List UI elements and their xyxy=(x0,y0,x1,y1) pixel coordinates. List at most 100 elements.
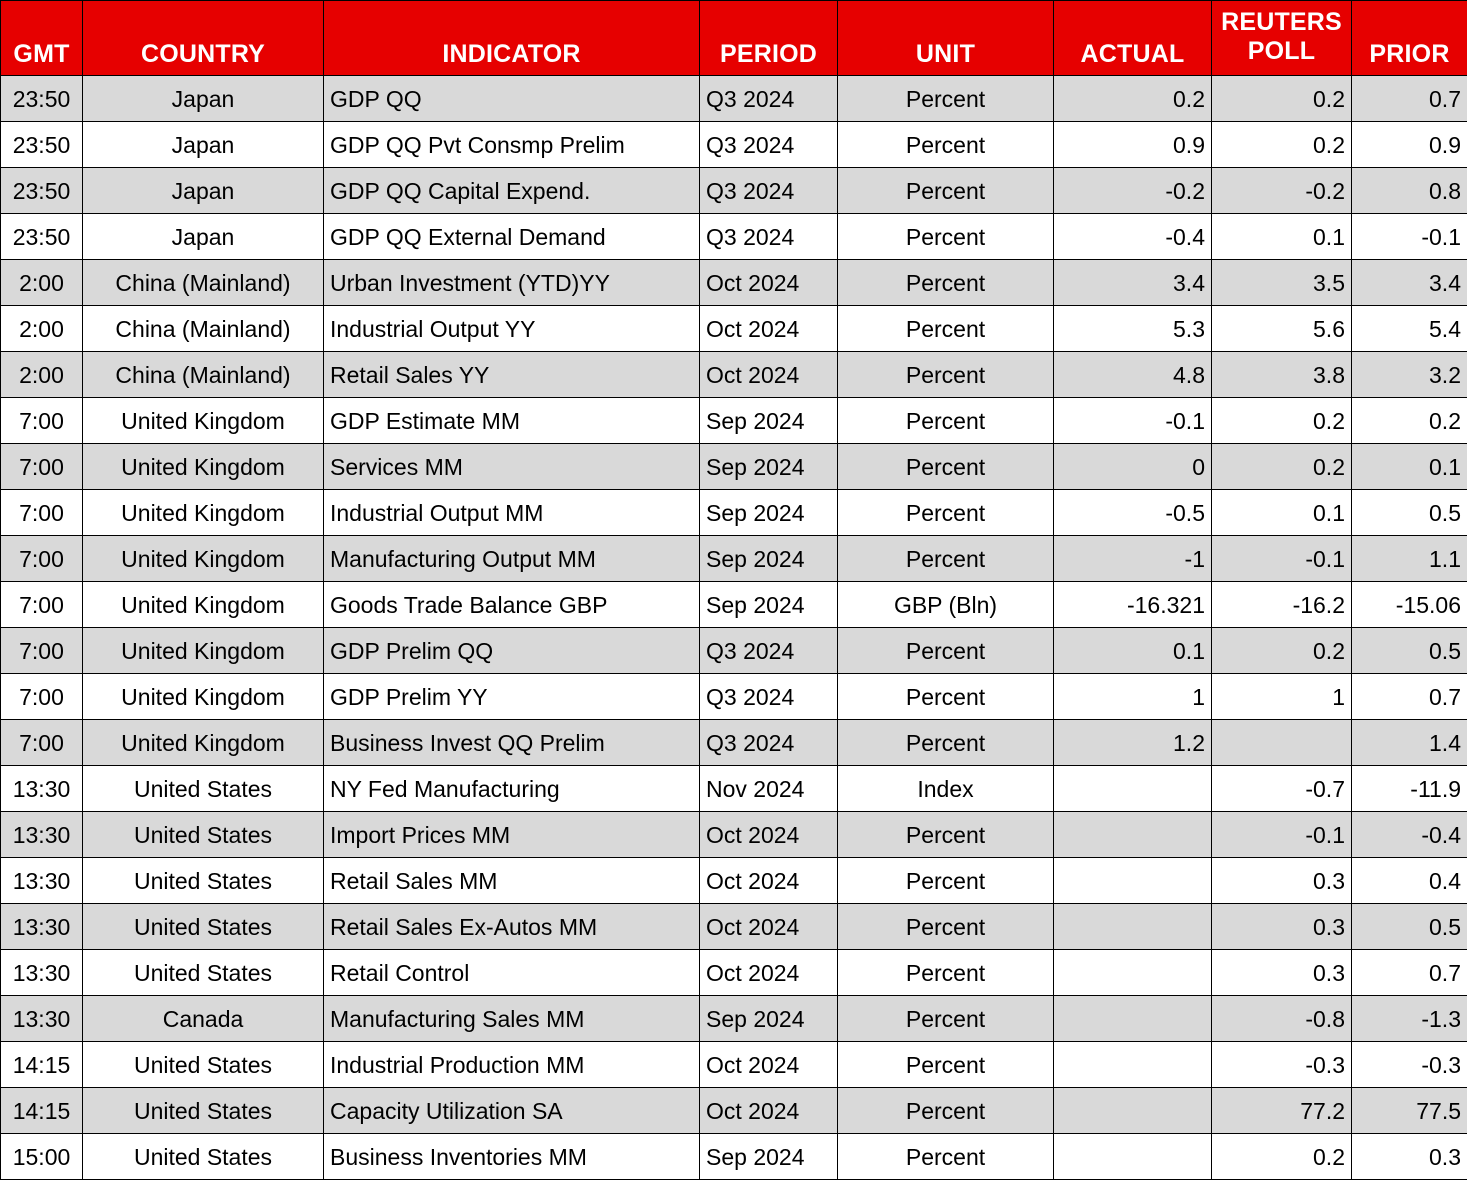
table-header: GMT COUNTRY INDICATOR PERIOD UNIT ACTUAL… xyxy=(0,0,1467,76)
cell-period: Oct 2024 xyxy=(699,1041,838,1088)
cell-prior: -0.1 xyxy=(1351,213,1467,260)
cell-country: China (Mainland) xyxy=(82,259,324,306)
cell-indicator: GDP Prelim YY xyxy=(323,673,700,720)
cell-country: United States xyxy=(82,903,324,950)
cell-period: Oct 2024 xyxy=(699,259,838,306)
cell-prior: -0.4 xyxy=(1351,811,1467,858)
cell-gmt: 23:50 xyxy=(0,167,83,214)
cell-poll: -0.1 xyxy=(1211,811,1352,858)
cell-actual: 0.2 xyxy=(1053,75,1212,122)
cell-prior: 0.5 xyxy=(1351,903,1467,950)
cell-prior: 0.3 xyxy=(1351,1133,1467,1180)
cell-unit: Percent xyxy=(837,949,1054,996)
cell-poll: 5.6 xyxy=(1211,305,1352,352)
column-header-reuters-poll[interactable]: REUTERS POLL xyxy=(1211,0,1352,76)
cell-prior: 0.8 xyxy=(1351,167,1467,214)
table-row: 7:00 United Kingdom Industrial Output MM Se… xyxy=(0,489,1467,536)
cell-actual: 4.8 xyxy=(1053,351,1212,398)
cell-gmt: 13:30 xyxy=(0,811,83,858)
table-row: 13:30 Canada Manufacturing Sales MM Sep 202… xyxy=(0,995,1467,1042)
cell-gmt: 13:30 xyxy=(0,857,83,904)
cell-actual: 0 xyxy=(1053,443,1212,490)
cell-gmt: 13:30 xyxy=(0,949,83,996)
cell-country: China (Mainland) xyxy=(82,351,324,398)
cell-poll: 0.2 xyxy=(1211,75,1352,122)
cell-period: Sep 2024 xyxy=(699,995,838,1042)
cell-period: Oct 2024 xyxy=(699,351,838,398)
cell-country: United Kingdom xyxy=(82,673,324,720)
table-row: 7:00 United Kingdom GDP Prelim QQ Q3 2024 Pe… xyxy=(0,627,1467,674)
table-row: 14:15 United States Capacity Utilization S… xyxy=(0,1087,1467,1134)
cell-poll: 1 xyxy=(1211,673,1352,720)
column-header-gmt[interactable]: GMT xyxy=(0,0,83,76)
table-row: 7:00 United Kingdom Services MM Sep 2024 Per… xyxy=(0,443,1467,490)
cell-period: Oct 2024 xyxy=(699,811,838,858)
cell-unit: Percent xyxy=(837,351,1054,398)
column-header-country[interactable]: COUNTRY xyxy=(82,0,324,76)
header-row: GMT COUNTRY INDICATOR PERIOD UNIT ACTUAL… xyxy=(0,0,1467,76)
cell-poll: -0.1 xyxy=(1211,535,1352,582)
cell-actual: 0.1 xyxy=(1053,627,1212,674)
cell-actual xyxy=(1053,1133,1212,1180)
cell-gmt: 14:15 xyxy=(0,1041,83,1088)
column-header-actual[interactable]: ACTUAL xyxy=(1053,0,1212,76)
table-row: 13:30 United States Import Prices MM Oct 20… xyxy=(0,811,1467,858)
table-row: 2:00 China (Mainland) Industrial Output YY… xyxy=(0,305,1467,352)
cell-gmt: 7:00 xyxy=(0,581,83,628)
cell-country: United States xyxy=(82,1087,324,1134)
table-row: 23:50 Japan GDP QQ Capital Expend. Q3 2024 P… xyxy=(0,167,1467,214)
cell-country: United States xyxy=(82,857,324,904)
cell-prior: -15.06 xyxy=(1351,581,1467,628)
cell-unit: Percent xyxy=(837,627,1054,674)
cell-unit: Index xyxy=(837,765,1054,812)
cell-country: Japan xyxy=(82,213,324,260)
cell-prior: 0.2 xyxy=(1351,397,1467,444)
cell-period: Sep 2024 xyxy=(699,1133,838,1180)
cell-actual xyxy=(1053,765,1212,812)
cell-actual: 1 xyxy=(1053,673,1212,720)
cell-unit: Percent xyxy=(837,811,1054,858)
cell-poll: -0.2 xyxy=(1211,167,1352,214)
cell-country: United States xyxy=(82,949,324,996)
cell-indicator: GDP QQ Pvt Consmp Prelim xyxy=(323,121,700,168)
table-row: 13:30 United States Retail Sales Ex-Autos … xyxy=(0,903,1467,950)
cell-prior: 1.4 xyxy=(1351,719,1467,766)
cell-actual xyxy=(1053,1041,1212,1088)
cell-actual xyxy=(1053,949,1212,996)
cell-prior: 0.5 xyxy=(1351,489,1467,536)
cell-indicator: Urban Investment (YTD)YY xyxy=(323,259,700,306)
cell-poll: 0.1 xyxy=(1211,213,1352,260)
table-body: 23:50 Japan GDP QQ Q3 2024 Percent 0.2 0.2 0.7 2… xyxy=(0,75,1467,1180)
cell-gmt: 23:50 xyxy=(0,75,83,122)
cell-unit: Percent xyxy=(837,75,1054,122)
cell-actual: 5.3 xyxy=(1053,305,1212,352)
table-row: 14:15 United States Industrial Production … xyxy=(0,1041,1467,1088)
cell-prior: 0.7 xyxy=(1351,949,1467,996)
cell-period: Oct 2024 xyxy=(699,1087,838,1134)
cell-country: United States xyxy=(82,1041,324,1088)
cell-country: United Kingdom xyxy=(82,397,324,444)
cell-gmt: 15:00 xyxy=(0,1133,83,1180)
column-header-unit[interactable]: UNIT xyxy=(837,0,1054,76)
table-row: 23:50 Japan GDP QQ Q3 2024 Percent 0.2 0.2 0.7 xyxy=(0,75,1467,122)
cell-gmt: 7:00 xyxy=(0,397,83,444)
cell-unit: Percent xyxy=(837,397,1054,444)
cell-unit: Percent xyxy=(837,673,1054,720)
column-header-indicator[interactable]: INDICATOR xyxy=(323,0,700,76)
cell-poll: 0.2 xyxy=(1211,443,1352,490)
cell-poll: 3.5 xyxy=(1211,259,1352,306)
cell-country: United Kingdom xyxy=(82,719,324,766)
cell-period: Oct 2024 xyxy=(699,305,838,352)
table-row: 13:30 United States Retail Sales MM Oct 202… xyxy=(0,857,1467,904)
cell-poll: -0.7 xyxy=(1211,765,1352,812)
column-header-period[interactable]: PERIOD xyxy=(699,0,838,76)
cell-unit: Percent xyxy=(837,1133,1054,1180)
column-header-prior[interactable]: PRIOR xyxy=(1351,0,1467,76)
cell-unit: Percent xyxy=(837,995,1054,1042)
cell-country: United States xyxy=(82,765,324,812)
cell-gmt: 13:30 xyxy=(0,903,83,950)
cell-unit: Percent xyxy=(837,1041,1054,1088)
cell-poll: 3.8 xyxy=(1211,351,1352,398)
cell-indicator: GDP QQ External Demand xyxy=(323,213,700,260)
cell-poll: -16.2 xyxy=(1211,581,1352,628)
